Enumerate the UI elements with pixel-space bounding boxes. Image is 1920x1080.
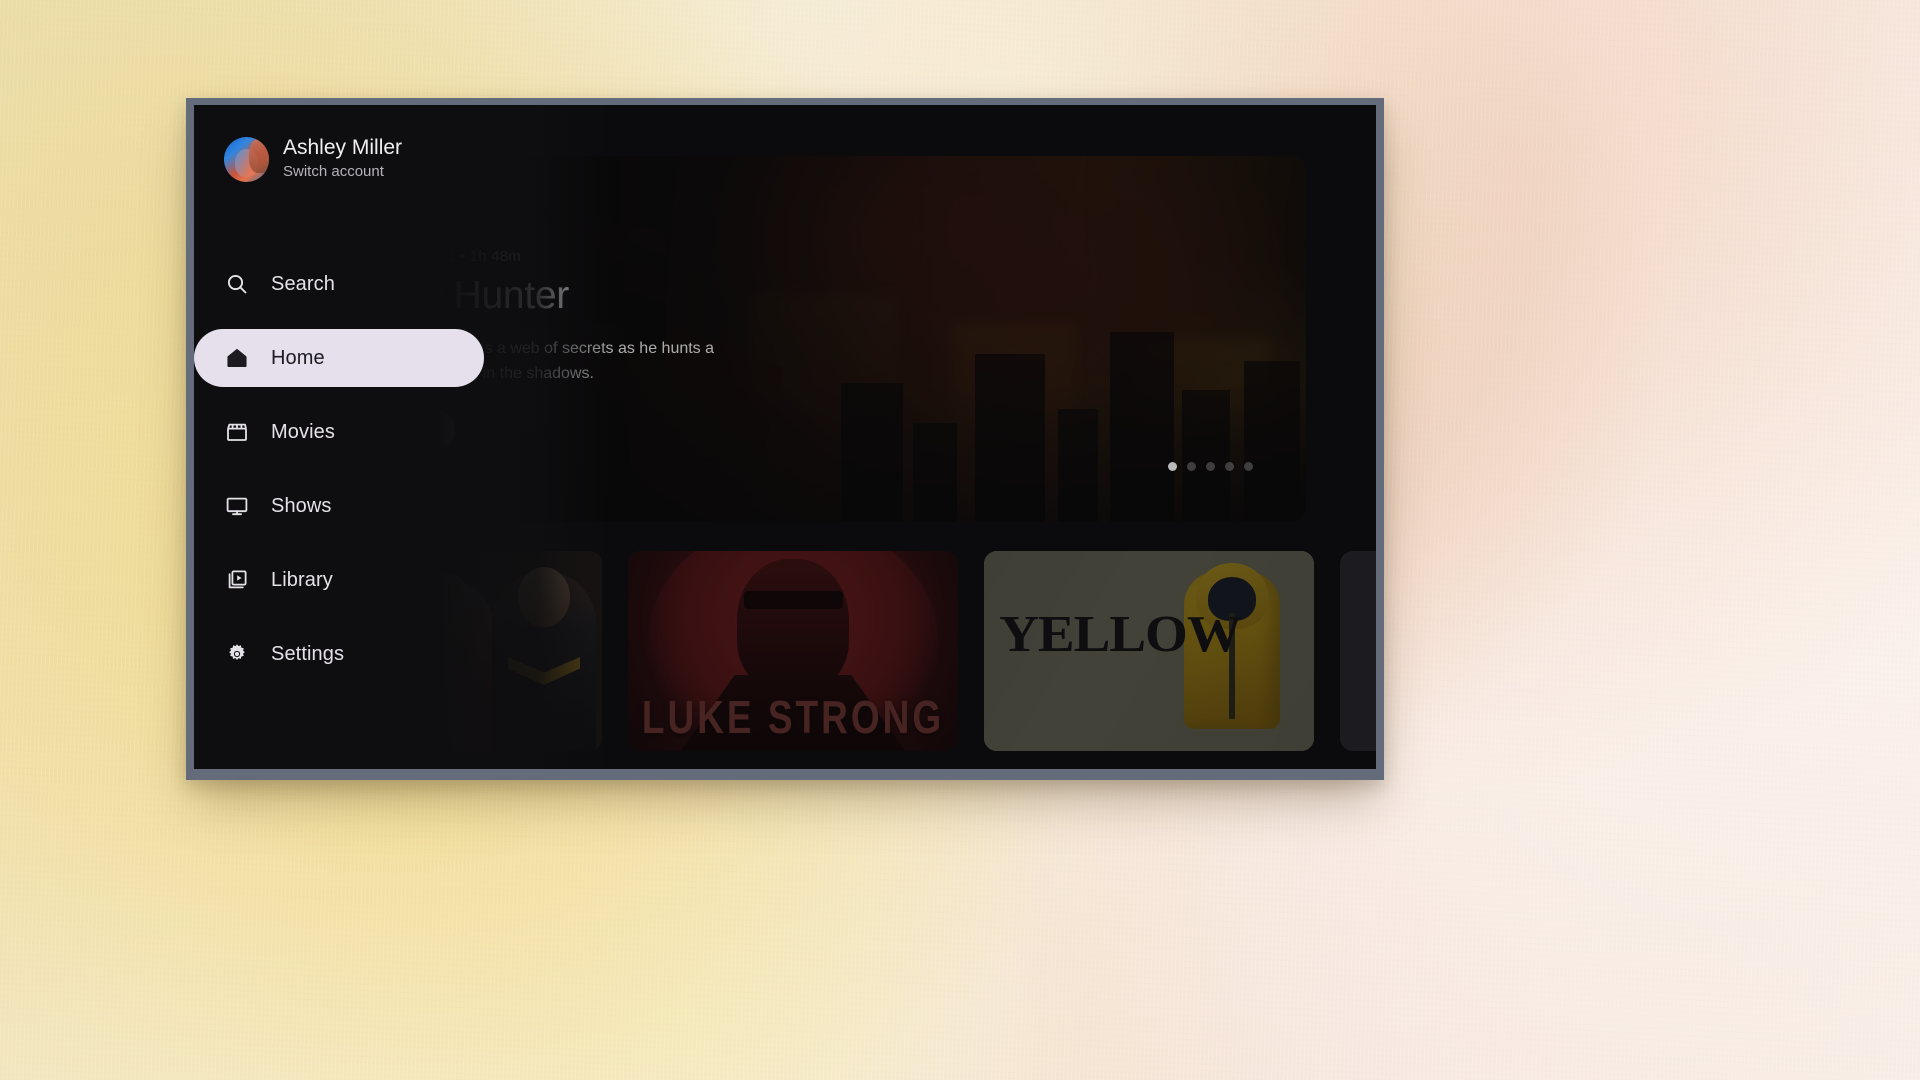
avatar[interactable] bbox=[224, 136, 269, 182]
gear-icon bbox=[224, 641, 250, 667]
search-icon bbox=[224, 271, 250, 297]
sidebar-item-settings[interactable]: Settings bbox=[194, 625, 484, 683]
tv-screen: Action / Thriller • 2021 • 1h 48m Shadow… bbox=[194, 105, 1376, 769]
sidebar-label-settings: Settings bbox=[271, 642, 345, 665]
carousel-dot[interactable] bbox=[1187, 462, 1196, 471]
sidebar-item-library[interactable]: Library bbox=[194, 551, 484, 609]
hero-carousel-dots[interactable] bbox=[1168, 462, 1253, 471]
card-dim-overlay bbox=[628, 551, 958, 751]
sidebar-label-library: Library bbox=[271, 568, 333, 591]
sidebar-label-search: Search bbox=[271, 272, 335, 295]
profile-row[interactable]: Ashley Miller Switch account bbox=[194, 135, 614, 183]
tv-device-frame: Action / Thriller • 2021 • 1h 48m Shadow… bbox=[186, 98, 1384, 780]
sidebar-label-shows: Shows bbox=[271, 494, 332, 517]
profile-name: Ashley Miller bbox=[283, 136, 403, 159]
sidebar-item-search[interactable]: Search bbox=[194, 255, 484, 313]
movie-card-next[interactable] bbox=[1340, 551, 1376, 751]
sidebar-item-shows[interactable]: Shows bbox=[194, 477, 484, 535]
carousel-dot[interactable] bbox=[1244, 462, 1253, 471]
movie-card-yellow[interactable]: YELLOW bbox=[984, 551, 1314, 751]
home-icon bbox=[224, 345, 250, 371]
sidebar-item-home[interactable]: Home bbox=[194, 329, 484, 387]
clapperboard-icon bbox=[224, 419, 250, 445]
carousel-dot[interactable] bbox=[1225, 462, 1234, 471]
monitor-icon bbox=[224, 493, 250, 519]
switch-account-label[interactable]: Switch account bbox=[283, 161, 402, 183]
sidebar-label-home: Home bbox=[271, 346, 325, 369]
sidebar-item-movies[interactable]: Movies bbox=[194, 403, 484, 461]
movie-card-luke-strong[interactable]: LUKE STRONG bbox=[628, 551, 958, 751]
side-navigation: Ashley Miller Switch account Search Home… bbox=[194, 105, 614, 769]
video-library-icon bbox=[224, 567, 250, 593]
sidebar-label-movies: Movies bbox=[271, 420, 335, 443]
profile-text: Ashley Miller Switch account bbox=[283, 135, 402, 183]
carousel-dot[interactable] bbox=[1168, 462, 1177, 471]
carousel-dot[interactable] bbox=[1206, 462, 1215, 471]
card-dim-overlay bbox=[984, 551, 1314, 751]
